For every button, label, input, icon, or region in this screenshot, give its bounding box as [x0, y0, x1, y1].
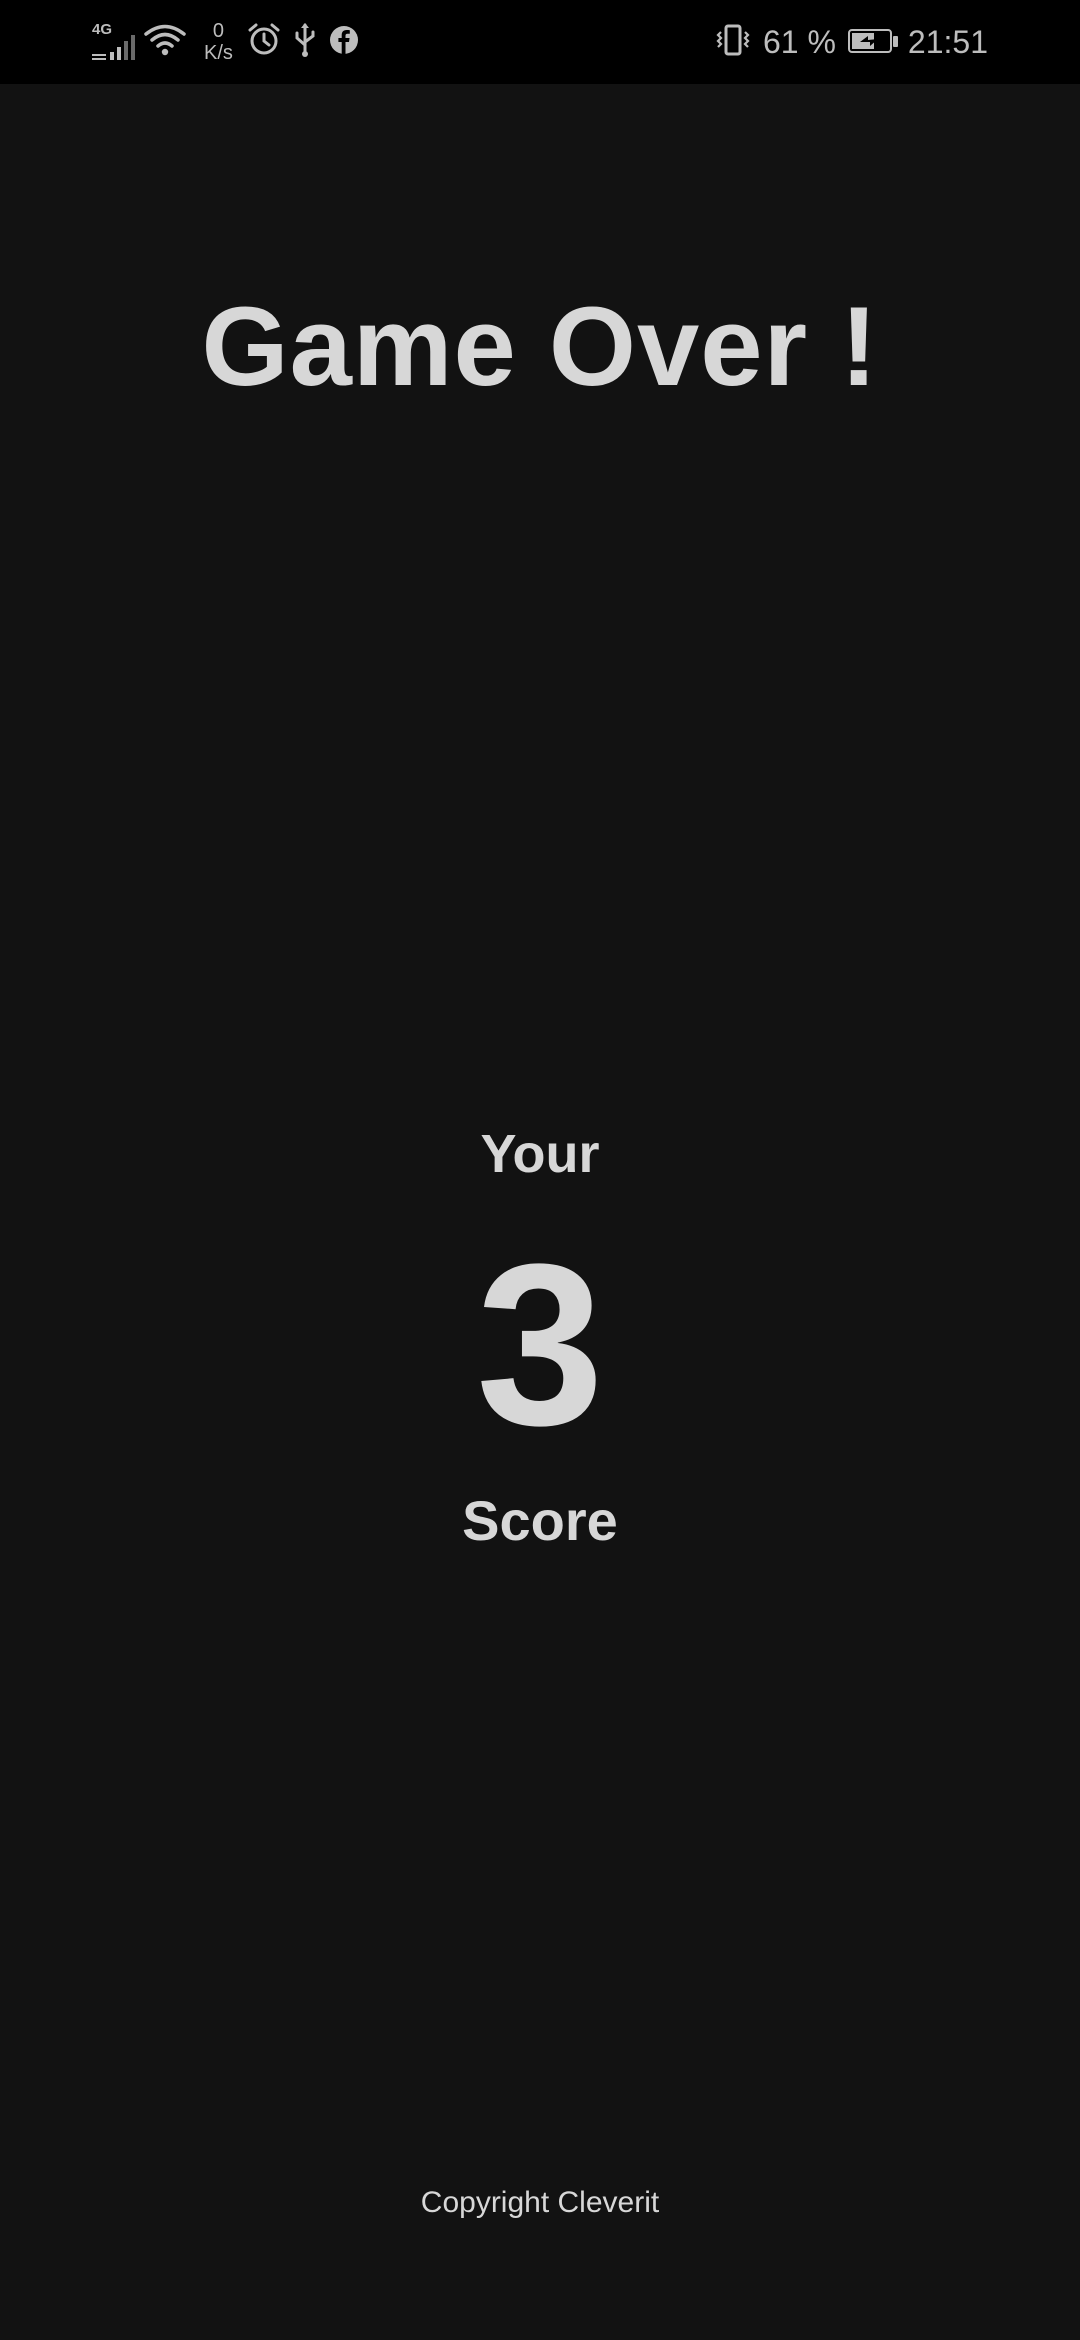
- signal-icon: 4G: [88, 22, 144, 62]
- alarm-icon: [247, 23, 281, 62]
- clock-time: 21:51: [907, 23, 988, 60]
- network-speed: 0 K/s: [204, 20, 233, 64]
- wifi-icon: [144, 23, 186, 62]
- status-bar-right: 61 % 21:51: [715, 0, 988, 84]
- status-bar: 4G 0 K/s 61 % 21:51: [0, 0, 1080, 84]
- score-value: 3: [476, 1216, 604, 1473]
- battery-charging-icon: [847, 29, 898, 55]
- status-bar-left: 4G 0 K/s: [88, 0, 371, 84]
- network-speed-value: 0: [212, 20, 225, 42]
- battery-percent: 61 %: [762, 23, 836, 60]
- score-label: Score: [462, 1489, 618, 1552]
- usb-icon: [293, 22, 317, 62]
- vibrate-icon: [715, 23, 751, 62]
- facebook-icon: [329, 25, 359, 60]
- game-over-title: Game Over !: [201, 284, 879, 409]
- your-label: Your: [480, 1124, 600, 1184]
- network-speed-unit: K/s: [204, 42, 233, 64]
- copyright-text: Copyright Cleverit: [420, 2186, 660, 2219]
